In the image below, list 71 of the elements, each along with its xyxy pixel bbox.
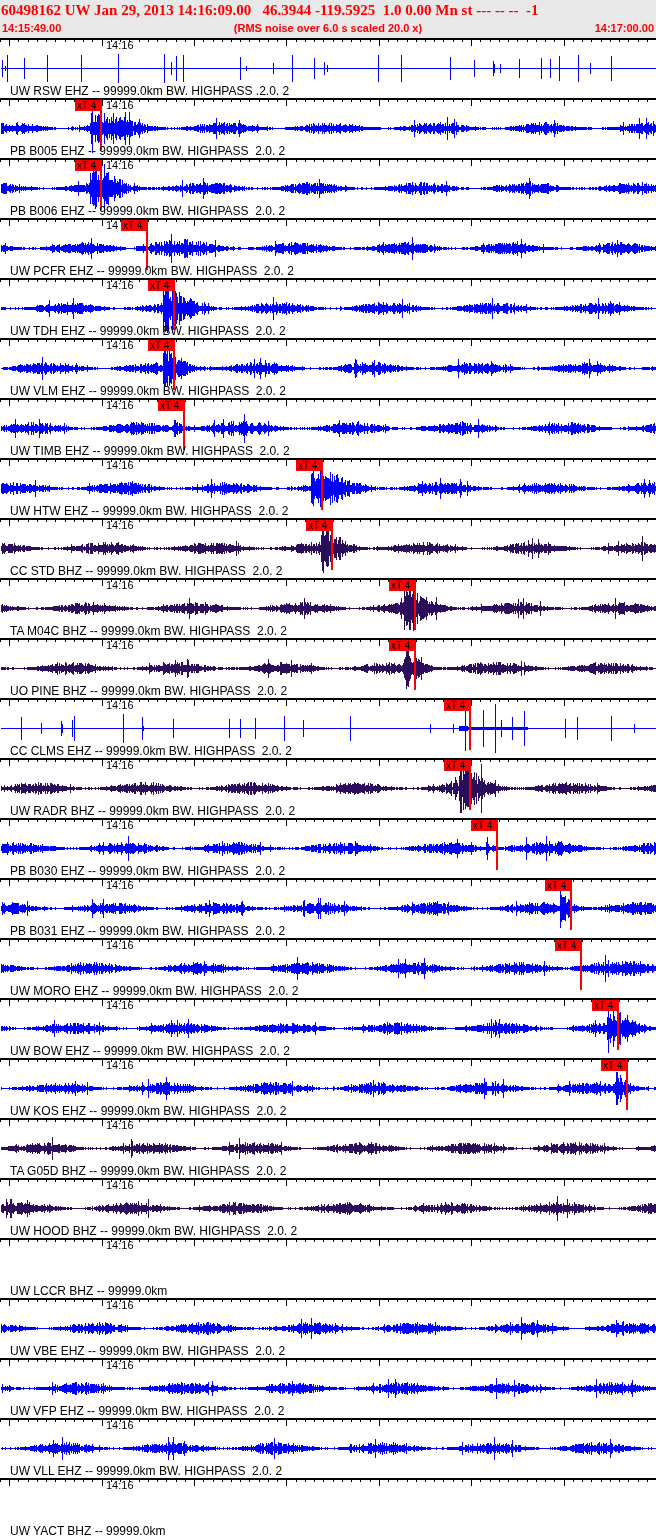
time-label: 14:16 xyxy=(106,1479,134,1491)
station-label: UW MORO EHZ -- 99999.0km BW. HIGHPASS 2.0. 2 xyxy=(10,985,299,998)
time-label: 14:16 xyxy=(106,99,134,111)
pick-marker[interactable]: xT 4 xyxy=(75,100,101,111)
pick-marker[interactable]: xT 4 xyxy=(471,820,497,831)
station-label: UW VFP EHZ -- 99999.0km BW. HIGHPASS 2.0. 2 xyxy=(10,1405,285,1418)
station-label: UW RSW EHZ -- 99999.0km BW. HIGHPASS .2.0. 2 xyxy=(10,85,290,98)
station-label: TA G05D BHZ -- 99999.0km BW. HIGHPASS 2.0. 2 xyxy=(10,1165,287,1178)
station-label: UO PINE BHZ -- 99999.0km BW. HIGHPASS 2.0. 2 xyxy=(10,685,288,698)
station-label: PB B006 EHZ -- 99999.0km BW. HIGHPASS 2.0. 2 xyxy=(10,205,286,218)
station-label: UW HOOD BHZ -- 99999.0km BW. HIGHPASS 2.0. 2 xyxy=(10,1225,298,1238)
pick-marker[interactable]: xT 4 xyxy=(444,760,470,771)
end-time: 14:17:00.00 xyxy=(594,22,654,34)
pick-marker[interactable]: xT 4 xyxy=(148,340,174,351)
time-label: 14:16 xyxy=(106,159,134,171)
pick-marker[interactable]: xT 4 xyxy=(148,280,174,291)
time-label: 14:16 xyxy=(106,399,134,411)
time-label: 14:16 xyxy=(106,1119,134,1131)
station-label: UW VBE EHZ -- 99999.0km BW. HIGHPASS 2.0. 2 xyxy=(10,1345,286,1358)
time-label: 14:16 xyxy=(106,1299,134,1311)
station-label: UW RADR BHZ -- 99999.0km BW. HIGHPASS 2.0. 2 xyxy=(10,805,296,818)
time-label: 14:16 xyxy=(106,999,134,1011)
time-label: 14:16 xyxy=(106,1059,134,1071)
time-label: 14:16 xyxy=(106,939,134,951)
station-label: PB B005 EHZ -- 99999.0km BW. HIGHPASS 2.0. 2 xyxy=(10,145,286,158)
pick-marker[interactable]: xT 4 xyxy=(444,700,470,711)
time-label: 14:16 xyxy=(106,339,134,351)
time-label: 14:16 xyxy=(106,819,134,831)
pick-marker[interactable]: xT 4 xyxy=(75,160,101,171)
start-time: 14:15:49.00 xyxy=(2,22,62,34)
time-label: 14:16 xyxy=(106,1239,134,1251)
pick-marker[interactable]: xT 4 xyxy=(555,940,581,951)
time-label: 14 xyxy=(106,219,119,231)
station-label: CC CLMS EHZ -- 99999.0km BW. HIGHPASS 2.0. 2 xyxy=(10,745,292,758)
time-label: 14:16 xyxy=(106,879,134,891)
station-label: UW HTW EHZ -- 99999.0km BW. HIGHPASS 2.0. 2 xyxy=(10,505,289,518)
time-label: 14:16 xyxy=(106,519,134,531)
time-label: 14:16 xyxy=(106,1419,134,1431)
station-label: TA M04C BHZ -- 99999.0km BW. HIGHPASS 2.0. 2 xyxy=(10,625,287,638)
station-label: UW LCCR BHZ -- 99999.0km xyxy=(10,1285,168,1298)
time-label: 14:16 xyxy=(106,579,134,591)
time-label: 14:16 xyxy=(106,1359,134,1371)
time-label: 14:16 xyxy=(106,39,134,51)
event-title: 60498162 UW Jan 29, 2013 14:16:09.00 46.3944 -119.5925 1.0 0.00 Mn st --- -- -- -1 xyxy=(0,1,540,20)
station-label: UW TIMB EHZ -- 99999.0km BW. HIGHPASS 2.0. 2 xyxy=(10,445,290,458)
station-label: UW TDH EHZ -- 99999.0km BW. HIGHPASS 2.0. 2 xyxy=(10,325,286,338)
time-label: 14:16 xyxy=(106,759,134,771)
pick-marker[interactable]: xT 4 xyxy=(592,1000,618,1011)
pick-marker[interactable]: xT 4 xyxy=(601,1060,627,1071)
time-label: 14:16 xyxy=(106,459,134,471)
station-label: UW YACT BHZ -- 99999.0km xyxy=(10,1525,166,1538)
station-label: PB B030 EHZ -- 99999.0km BW. HIGHPASS 2.0. 2 xyxy=(10,865,286,878)
pick-marker[interactable]: xT 4 xyxy=(389,640,415,651)
station-label: UW KOS EHZ -- 99999.0km BW. HIGHPASS 2.0. 2 xyxy=(10,1105,287,1118)
station-label: PB B031 EHZ -- 99999.0km BW. HIGHPASS 2.0. 2 xyxy=(10,925,286,938)
station-label: CC STD BHZ -- 99999.0km BW. HIGHPASS 2.0. 2 xyxy=(10,565,283,578)
time-label: 14:16 xyxy=(106,1179,134,1191)
time-label: 14:16 xyxy=(106,279,134,291)
pick-marker[interactable]: xT 4 xyxy=(296,460,322,471)
scale-note: (RMS noise over 6.0 s scaled 20.0 x) xyxy=(233,22,423,34)
pick-marker[interactable]: xT 4 xyxy=(389,580,415,591)
station-label: UW PCFR EHZ -- 99999.0km BW. HIGHPASS 2.0. 2 xyxy=(10,265,294,278)
pick-marker[interactable]: xT 4 xyxy=(545,880,571,891)
station-label: UW BOW EHZ -- 99999.0km BW. HIGHPASS 2.0. 2 xyxy=(10,1045,290,1058)
time-label: 14:16 xyxy=(106,639,134,651)
time-label: 14:16 xyxy=(106,699,134,711)
station-label: UW VLM EHZ -- 99999.0km BW. HIGHPASS 2.0. 2 xyxy=(10,385,286,398)
station-label: UW VLL EHZ -- 99999.0km BW. HIGHPASS 2.0. 2 xyxy=(10,1465,283,1478)
pick-marker[interactable]: xT 4 xyxy=(306,520,332,531)
pick-marker[interactable]: xT 4 xyxy=(121,220,147,231)
pick-marker[interactable]: xT 4 xyxy=(158,400,184,411)
